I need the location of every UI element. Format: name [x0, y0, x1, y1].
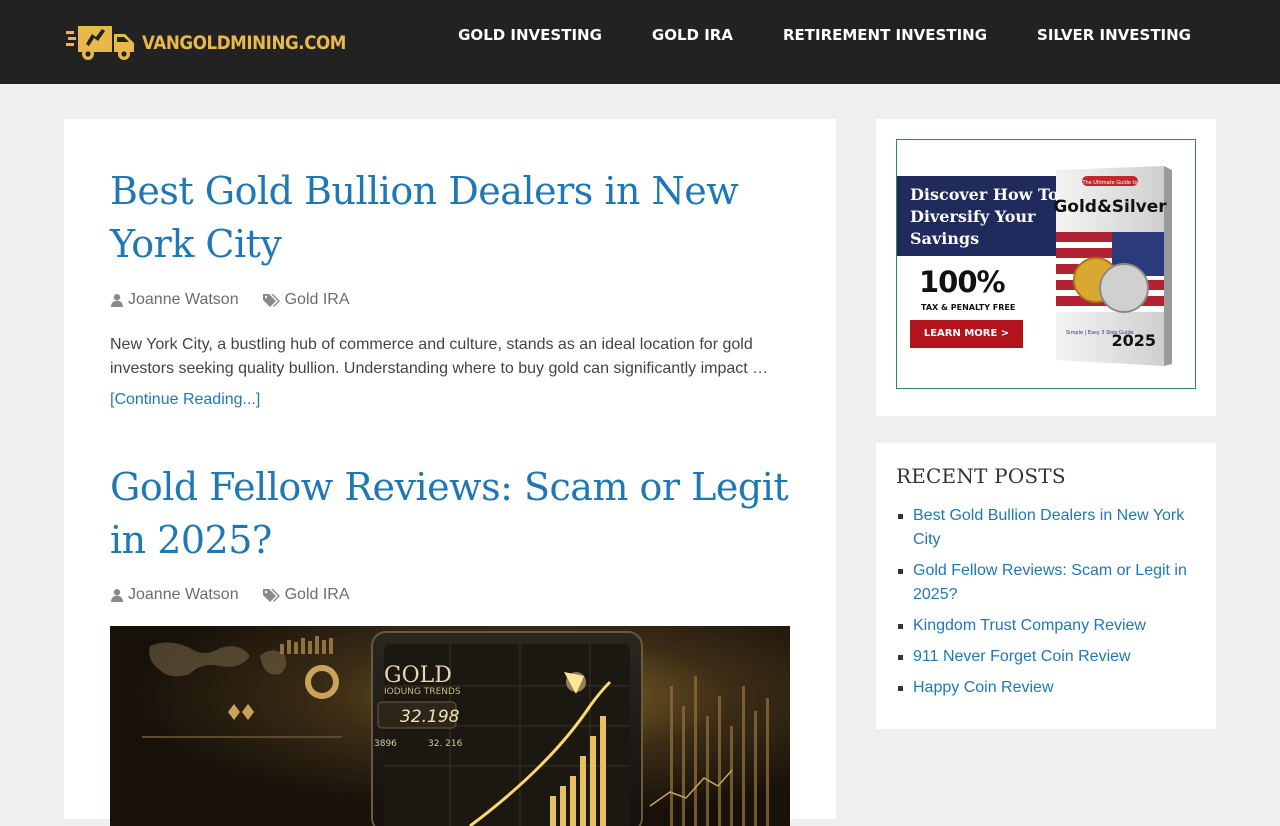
post-meta: Joanne Watson Gold IRA: [110, 291, 790, 309]
recent-posts-title: RECENT POSTS: [896, 464, 1066, 488]
learn-more-button[interactable]: LEARN MORE >: [910, 320, 1023, 348]
recent-posts-list: Best Gold Bullion Dealers in New York Ci…: [896, 504, 1202, 707]
post-author: Joanne Watson: [110, 586, 239, 604]
post-category: Gold IRA: [262, 586, 350, 604]
book-year: 2025: [1111, 331, 1156, 350]
list-item: Happy Coin Review: [896, 676, 1202, 700]
nav-retirement-investing[interactable]: RETIREMENT INVESTING: [758, 24, 1012, 46]
truck-logo-icon: [66, 26, 134, 60]
recent-post-link[interactable]: 911 Never Forget Coin Review: [913, 648, 1131, 665]
site-header: VANGOLDMINING.COM GOLD INVESTING GOLD IR…: [0, 0, 1280, 84]
recent-post-link[interactable]: Kingdom Trust Company Review: [913, 617, 1146, 634]
tags-icon: [262, 294, 280, 307]
image-stat-1: 3896: [374, 739, 397, 749]
book-kicker: The Ultimate Guide to: [1081, 180, 1137, 186]
post-article: Gold Fellow Reviews: Scam or Legit in 20…: [110, 461, 790, 604]
list-item: Kingdom Trust Company Review: [896, 614, 1202, 638]
author-link[interactable]: Joanne Watson: [128, 586, 239, 604]
list-item: Best Gold Bullion Dealers in New York Ci…: [896, 504, 1202, 552]
image-trends-text: IODUNG TRENDS: [384, 687, 461, 697]
ad-percent: 100%: [919, 265, 1006, 299]
site-logo[interactable]: VANGOLDMINING.COM: [66, 22, 374, 62]
book-title: Gold&Silver: [1053, 197, 1167, 217]
user-icon: [111, 589, 123, 602]
list-item: 911 Never Forget Coin Review: [896, 645, 1202, 669]
recent-post-link[interactable]: Gold Fellow Reviews: Scam or Legit in 20…: [913, 562, 1187, 603]
continue-reading-link[interactable]: [Continue Reading...]: [110, 391, 260, 409]
ad-subtext: TAX & PENALTY FREE: [921, 303, 1016, 312]
image-stat-2: 32. 216: [428, 739, 463, 749]
recent-posts-widget: RECENT POSTS Best Gold Bullion Dealers i…: [876, 443, 1216, 729]
ad-widget: Discover How To Diversify Your Savings 1…: [876, 119, 1216, 416]
post-title[interactable]: Gold Fellow Reviews: Scam or Legit in 20…: [110, 461, 790, 567]
post-meta: Joanne Watson Gold IRA: [110, 586, 790, 604]
category-link[interactable]: Gold IRA: [285, 586, 350, 604]
main-content: Best Gold Bullion Dealers in New York Ci…: [64, 119, 836, 826]
image-gold-text: GOLD: [384, 663, 452, 688]
featured-image[interactable]: GOLD IODUNG TRENDS 32.198 3896 32. 216: [110, 626, 790, 826]
post-excerpt: New York City, a bustling hub of commerc…: [110, 336, 769, 377]
ad-headline: Discover How To Diversify Your Savings: [910, 185, 1059, 248]
main-nav: GOLD INVESTING GOLD IRA RETIREMENT INVES…: [433, 24, 1214, 46]
tags-icon: [262, 589, 280, 602]
post-author: Joanne Watson: [110, 291, 239, 309]
post-article: Best Gold Bullion Dealers in New York Ci…: [110, 165, 790, 409]
category-link[interactable]: Gold IRA: [285, 291, 350, 309]
author-link[interactable]: Joanne Watson: [128, 291, 239, 309]
image-price-text: 32.198: [400, 707, 460, 727]
logo-text: VANGOLDMINING.COM: [142, 32, 346, 54]
recent-post-link[interactable]: Best Gold Bullion Dealers in New York Ci…: [913, 507, 1184, 548]
guide-book-image: The Ultimate Guide to Gold&Silver Simple…: [1053, 166, 1172, 366]
post-title[interactable]: Best Gold Bullion Dealers in New York Ci…: [110, 165, 790, 271]
gold-trends-illustration: GOLD IODUNG TRENDS 32.198 3896 32. 216: [110, 626, 790, 826]
user-icon: [111, 294, 123, 307]
recent-post-link[interactable]: Happy Coin Review: [913, 679, 1054, 696]
nav-gold-investing[interactable]: GOLD INVESTING: [433, 24, 627, 46]
gold-silver-ad[interactable]: Discover How To Diversify Your Savings 1…: [896, 139, 1196, 389]
nav-silver-investing[interactable]: SILVER INVESTING: [1012, 24, 1214, 46]
list-item: Gold Fellow Reviews: Scam or Legit in 20…: [896, 559, 1202, 607]
nav-gold-ira[interactable]: GOLD IRA: [627, 24, 758, 46]
post-category: Gold IRA: [262, 291, 350, 309]
